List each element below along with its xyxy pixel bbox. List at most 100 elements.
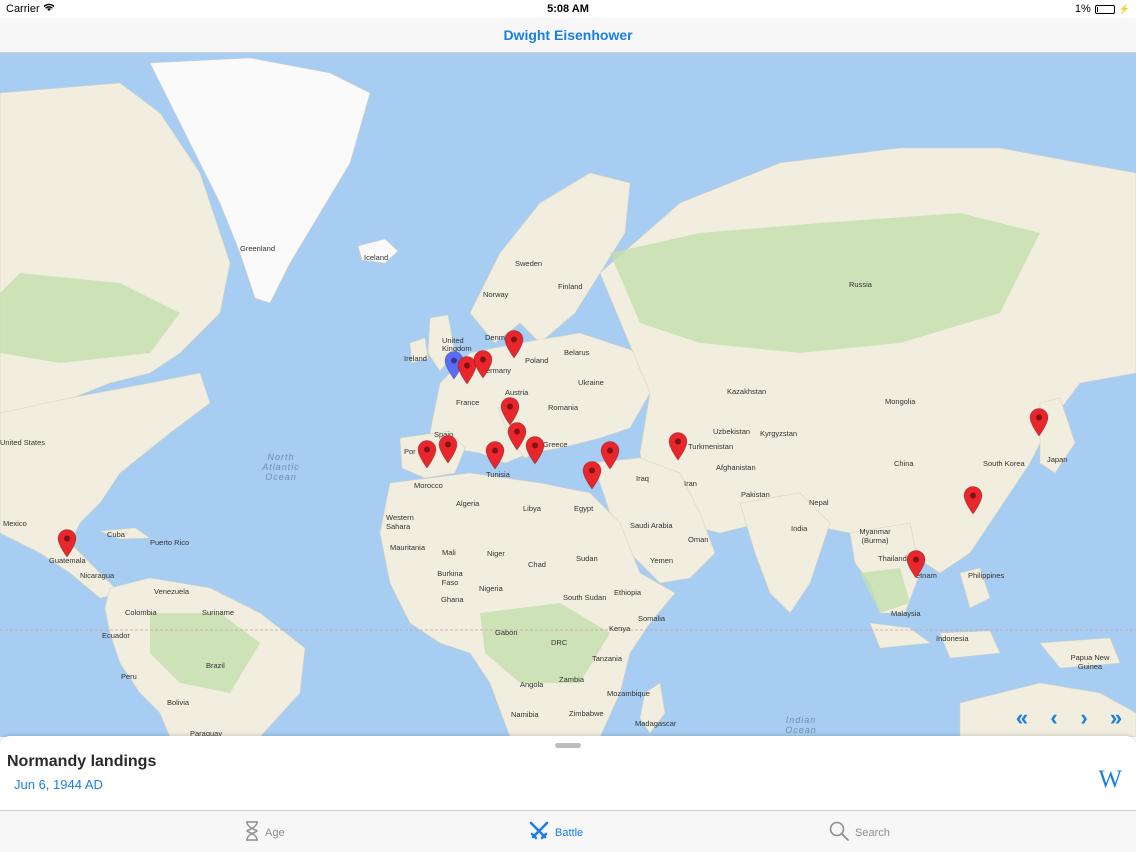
- map-pin-icon: [963, 486, 983, 515]
- label-burkina-faso: Burkina Faso: [437, 569, 463, 587]
- battery-percent: 1%: [1074, 3, 1091, 15]
- label-oman: Oman: [688, 535, 709, 544]
- label-mozambique: Mozambique: [607, 689, 650, 698]
- label-greece: Greece: [543, 440, 568, 449]
- map-pin-icon: [1029, 408, 1049, 437]
- wikipedia-icon[interactable]: W: [1098, 766, 1122, 794]
- map-pin-icon: [485, 441, 505, 470]
- label-tunisia: Tunisia: [486, 470, 510, 479]
- label-cuba: Cuba: [107, 530, 125, 539]
- battle-detail-sheet: Normandy landings Jun 6, 1944 AD W: [0, 736, 1136, 810]
- label-belarus: Belarus: [564, 348, 590, 357]
- label-finland: Finland: [558, 282, 583, 291]
- label-mali: Mali: [442, 548, 456, 557]
- label-philippines: Philippines: [968, 571, 1005, 580]
- label-iceland: Iceland: [364, 253, 389, 262]
- charging-icon: ⚡: [1118, 3, 1130, 14]
- label-myanmar: Myanmar (Burma): [859, 527, 891, 545]
- label-saudi-arabia: Saudi Arabia: [630, 521, 673, 530]
- label-algeria: Algeria: [456, 499, 480, 508]
- map-pin[interactable]: [484, 440, 506, 470]
- label-ecuador: Ecuador: [102, 631, 130, 640]
- label-sudan: Sudan: [576, 554, 598, 563]
- label-venezuela: Venezuela: [154, 587, 190, 596]
- label-kyrgyzstan: Kyrgyzstan: [760, 429, 798, 438]
- label-afghanistan: Afghanistan: [716, 463, 756, 472]
- map-pin[interactable]: [667, 431, 689, 461]
- next-page-button[interactable]: ›: [1071, 705, 1097, 731]
- map-pin[interactable]: [56, 528, 78, 558]
- label-papua-new-guinea: Papua New Guinea: [1070, 653, 1110, 671]
- label-india: India: [791, 524, 808, 533]
- map-pin[interactable]: [437, 434, 459, 464]
- sheet-grabber-handle[interactable]: [555, 743, 581, 748]
- tab-battle[interactable]: Battle: [529, 821, 583, 844]
- label-romania: Romania: [548, 403, 579, 412]
- label-pakistan: Pakistan: [741, 490, 770, 499]
- battle-title: Normandy landings: [7, 753, 157, 770]
- label-ethiopia: Ethiopia: [614, 588, 642, 597]
- map-pin[interactable]: [472, 349, 494, 379]
- label-libya: Libya: [523, 504, 541, 513]
- map-pin[interactable]: [524, 435, 546, 465]
- label-sweden: Sweden: [515, 259, 543, 268]
- label-somalia: Somalia: [638, 614, 666, 623]
- label-tanzania: Tanzania: [592, 654, 623, 663]
- label-western-sahara: Western Sahara: [386, 513, 414, 531]
- label-turkmenistan: Turkmenistan: [688, 442, 734, 451]
- map-pin[interactable]: [599, 440, 621, 470]
- map-pin[interactable]: [503, 329, 525, 359]
- tab-search[interactable]: Search: [829, 821, 890, 844]
- map-pin-icon: [417, 440, 437, 469]
- label-mauritania: Mauritania: [390, 543, 426, 552]
- label-morocco: Morocco: [414, 481, 443, 490]
- map-pin-icon: [473, 350, 493, 379]
- label-nigeria: Nigeria: [479, 584, 503, 593]
- label-namibia: Namibia: [511, 710, 539, 719]
- label-iraq: Iraq: [636, 474, 649, 483]
- label-yemen: Yemen: [650, 556, 674, 565]
- label-norway: Norway: [483, 290, 509, 299]
- label-ukraine: Ukraine: [578, 378, 604, 387]
- map-pin-icon: [504, 330, 524, 359]
- map-pin-icon: [525, 436, 545, 465]
- label-nicaragua: Nicaragua: [80, 571, 115, 580]
- label-china: China: [894, 459, 914, 468]
- label-portugal: Por: [404, 447, 416, 456]
- map-pin[interactable]: [1028, 407, 1050, 437]
- label-poland: Poland: [525, 356, 549, 365]
- hourglass-icon: [245, 821, 259, 844]
- label-greenland: Greenland: [240, 244, 276, 253]
- label-chad: Chad: [528, 560, 546, 569]
- map-pin-icon: [57, 529, 77, 558]
- label-denmark: Denm: [485, 333, 506, 342]
- label-peru: Peru: [121, 672, 137, 681]
- first-page-button[interactable]: «: [1009, 705, 1035, 731]
- tab-age[interactable]: Age: [245, 821, 285, 844]
- battle-date: Jun 6, 1944 AD: [14, 777, 103, 792]
- last-page-button[interactable]: »: [1103, 705, 1129, 731]
- label-egypt: Egypt: [574, 504, 594, 513]
- map-pin[interactable]: [905, 549, 927, 579]
- label-bolivia: Bolivia: [167, 698, 190, 707]
- label-niger: Niger: [487, 549, 505, 558]
- label-angola: Angola: [520, 680, 544, 689]
- label-zambia: Zambia: [559, 675, 585, 684]
- tab-bar: Age Battle Search: [0, 810, 1136, 852]
- label-kenya: Kenya: [609, 624, 631, 633]
- label-france: France: [456, 398, 480, 407]
- label-united-states: United States: [0, 438, 46, 447]
- tab-battle-label: Battle: [555, 826, 584, 839]
- label-malaysia: Malaysia: [891, 609, 921, 618]
- world-map[interactable]: Greenland Iceland Sweden Norway Finland …: [0, 53, 1136, 737]
- map-pin-icon: [906, 550, 926, 579]
- label-ireland: Ireland: [404, 354, 427, 363]
- previous-page-button[interactable]: ‹: [1041, 705, 1067, 731]
- map-pin[interactable]: [962, 485, 984, 515]
- map-pin[interactable]: [416, 439, 438, 469]
- label-south-korea: South Korea: [983, 459, 1025, 468]
- label-iran: Iran: [684, 479, 697, 488]
- label-north-atlantic-ocean: North Atlantic Ocean: [262, 452, 300, 482]
- label-gabon: Gabon: [495, 628, 518, 637]
- status-time: 5:08 AM: [547, 3, 589, 15]
